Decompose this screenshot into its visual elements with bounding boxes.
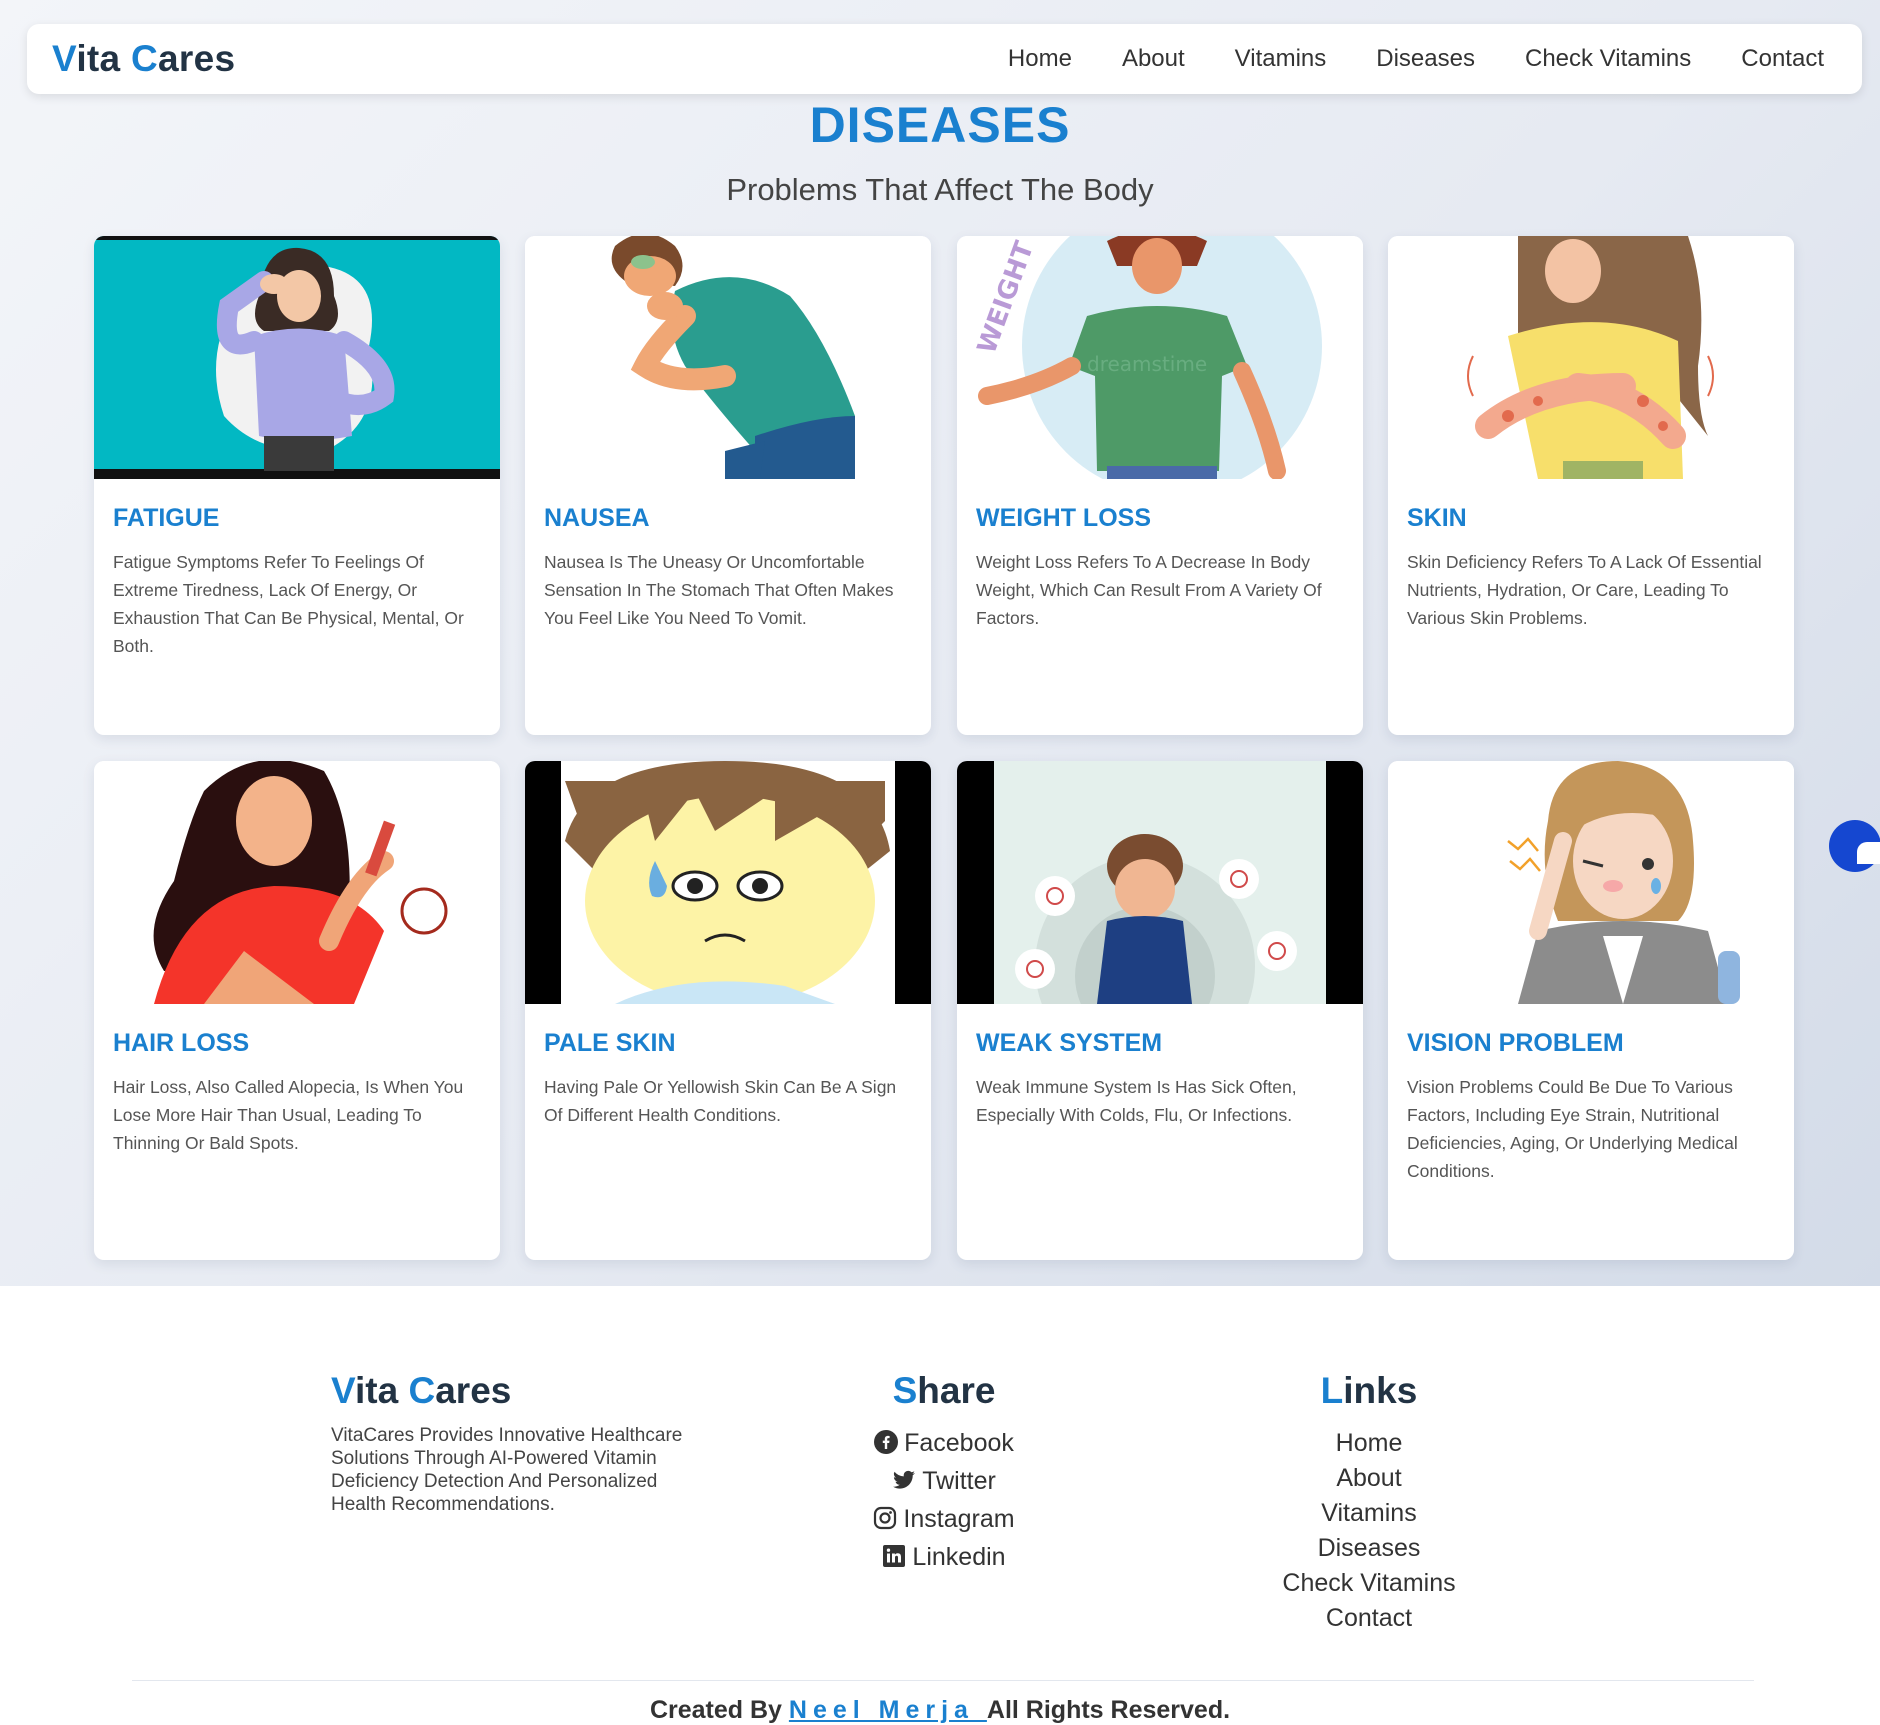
disease-card-weak-system[interactable]: WEAK SYSTEM Weak Immune System Is Has Si… [957,761,1363,1260]
disease-card-weight-loss[interactable]: WEIGHT LOSS dreamstime WEIGHT LOSS Weigh… [957,236,1363,735]
card-title: WEAK SYSTEM [976,1029,1163,1057]
card-title: VISION PROBLEM [1407,1029,1624,1057]
nav-link-about[interactable]: About [1122,45,1185,73]
brand-text-2: ares [158,38,236,79]
footer-brand-letter-c: C [408,1370,436,1411]
card-description: Hair Loss, Also Called Alopecia, Is When… [113,1077,464,1153]
card-description: Skin Deficiency Refers To A Lack Of Esse… [1407,552,1762,628]
card-description: Fatigue Symptoms Refer To Feelings Of Ex… [113,552,464,656]
disease-card-vision-problem[interactable]: VISION PROBLEM Vision Problems Could Be … [1388,761,1794,1260]
links-heading-letter: L [1320,1370,1344,1411]
nav-link-diseases[interactable]: Diseases [1376,45,1475,73]
footer-description: VitaCares Provides Innovative Healthcare… [331,1425,683,1515]
brand-letter-c: C [130,38,159,79]
fatigue-illustration [94,236,500,479]
card-description: Vision Problems Could Be Due To Various … [1407,1077,1738,1181]
nav-links: Home About Vitamins Diseases Check Vitam… [1008,45,1824,73]
footer-share-heading: Share [794,1370,1094,1412]
nav-link-contact[interactable]: Contact [1741,45,1824,73]
share-twitter-label: Twitter [922,1467,996,1495]
share-instagram-label: Instagram [903,1505,1015,1533]
nausea-illustration [525,236,931,479]
footer-link-check-vitamins[interactable]: Check Vitamins [1219,1566,1519,1601]
credits-prefix: Created By [649,1696,789,1724]
footer: Vita Cares VitaCares Provides Innovative… [0,1286,1880,1724]
links-heading-rest: inks [1343,1370,1418,1411]
card-description: Weight Loss Refers To A Decrease In Body… [976,552,1322,628]
brand-text-1: ita [76,38,131,79]
vision-problem-illustration [1388,761,1794,1004]
disease-card-skin[interactable]: SKIN Skin Deficiency Refers To A Lack Of… [1388,236,1794,735]
page-subtitle: Problems That Affect The Body [726,172,1154,207]
instagram-icon [873,1505,897,1540]
navbar: Vita Cares Home About Vitamins Diseases … [27,24,1862,94]
footer-credits: Created By Neel Merja All Rights Reserve… [0,1696,1880,1725]
footer-divider [132,1680,1754,1681]
skin-illustration [1388,236,1794,479]
twitter-icon [892,1467,916,1502]
disease-card-fatigue[interactable]: FATIGUE Fatigue Symptoms Refer To Feelin… [94,236,500,735]
credits-suffix: All Rights Reserved. [986,1696,1231,1724]
footer-share-list: Facebook Twitter Instagram Linkedin [794,1426,1094,1578]
share-heading-rest: hare [917,1370,996,1411]
watermark-text: dreamstime [1087,352,1207,376]
footer-link-diseases[interactable]: Diseases [1219,1531,1519,1566]
disease-card-nausea[interactable]: NAUSEA Nausea Is The Uneasy Or Uncomfort… [525,236,931,735]
footer-links-heading: Links [1219,1370,1519,1412]
linkedin-icon [882,1543,906,1578]
share-facebook-label: Facebook [904,1429,1014,1457]
author-link[interactable]: Neel Merja [789,1696,987,1724]
pale-skin-illustration [525,761,931,1004]
card-title: FATIGUE [113,504,220,532]
nav-link-check-vitamins[interactable]: Check Vitamins [1525,45,1691,73]
weak-system-illustration [957,761,1363,1004]
card-description: Weak Immune System Is Has Sick Often, Es… [976,1077,1297,1125]
brand-letter-v: V [52,38,77,79]
footer-link-home[interactable]: Home [1219,1426,1519,1461]
hair-loss-illustration [94,761,500,1004]
chat-widget-button[interactable] [1829,820,1880,872]
weight-loss-illustration: WEIGHT LOSS dreamstime [957,236,1363,479]
card-title: NAUSEA [544,504,650,532]
facebook-icon [874,1429,899,1464]
page-title: DISEASES [809,97,1071,153]
nav-link-vitamins[interactable]: Vitamins [1235,45,1327,73]
card-description: Having Pale Or Yellowish Skin Can Be A S… [544,1077,897,1125]
footer-brand-text-2: ares [435,1370,512,1411]
card-title: WEIGHT LOSS [976,504,1151,532]
disease-card-hair-loss[interactable]: HAIR LOSS Hair Loss, Also Called Alopeci… [94,761,500,1260]
share-linkedin-label: Linkedin [912,1543,1006,1571]
share-facebook-link[interactable]: Facebook [794,1426,1094,1464]
brand-logo[interactable]: Vita Cares [52,38,235,80]
share-instagram-link[interactable]: Instagram [794,1502,1094,1540]
share-heading-letter: S [892,1370,918,1411]
share-twitter-link[interactable]: Twitter [794,1464,1094,1502]
footer-link-contact[interactable]: Contact [1219,1601,1519,1636]
footer-brand-text-1: ita [355,1370,409,1411]
disease-card-pale-skin[interactable]: PALE SKIN Having Pale Or Yellowish Skin … [525,761,931,1260]
share-linkedin-link[interactable]: Linkedin [794,1540,1094,1578]
footer-links-list: Home About Vitamins Diseases Check Vitam… [1219,1426,1519,1636]
card-description: Nausea Is The Uneasy Or Uncomfortable Se… [544,552,894,628]
footer-link-about[interactable]: About [1219,1461,1519,1496]
footer-brand: Vita Cares [331,1370,511,1412]
footer-brand-letter-v: V [331,1370,356,1411]
card-title: SKIN [1407,504,1467,532]
card-title: PALE SKIN [544,1029,676,1057]
nav-link-home[interactable]: Home [1008,45,1072,73]
card-title: HAIR LOSS [113,1029,250,1057]
footer-link-vitamins[interactable]: Vitamins [1219,1496,1519,1531]
